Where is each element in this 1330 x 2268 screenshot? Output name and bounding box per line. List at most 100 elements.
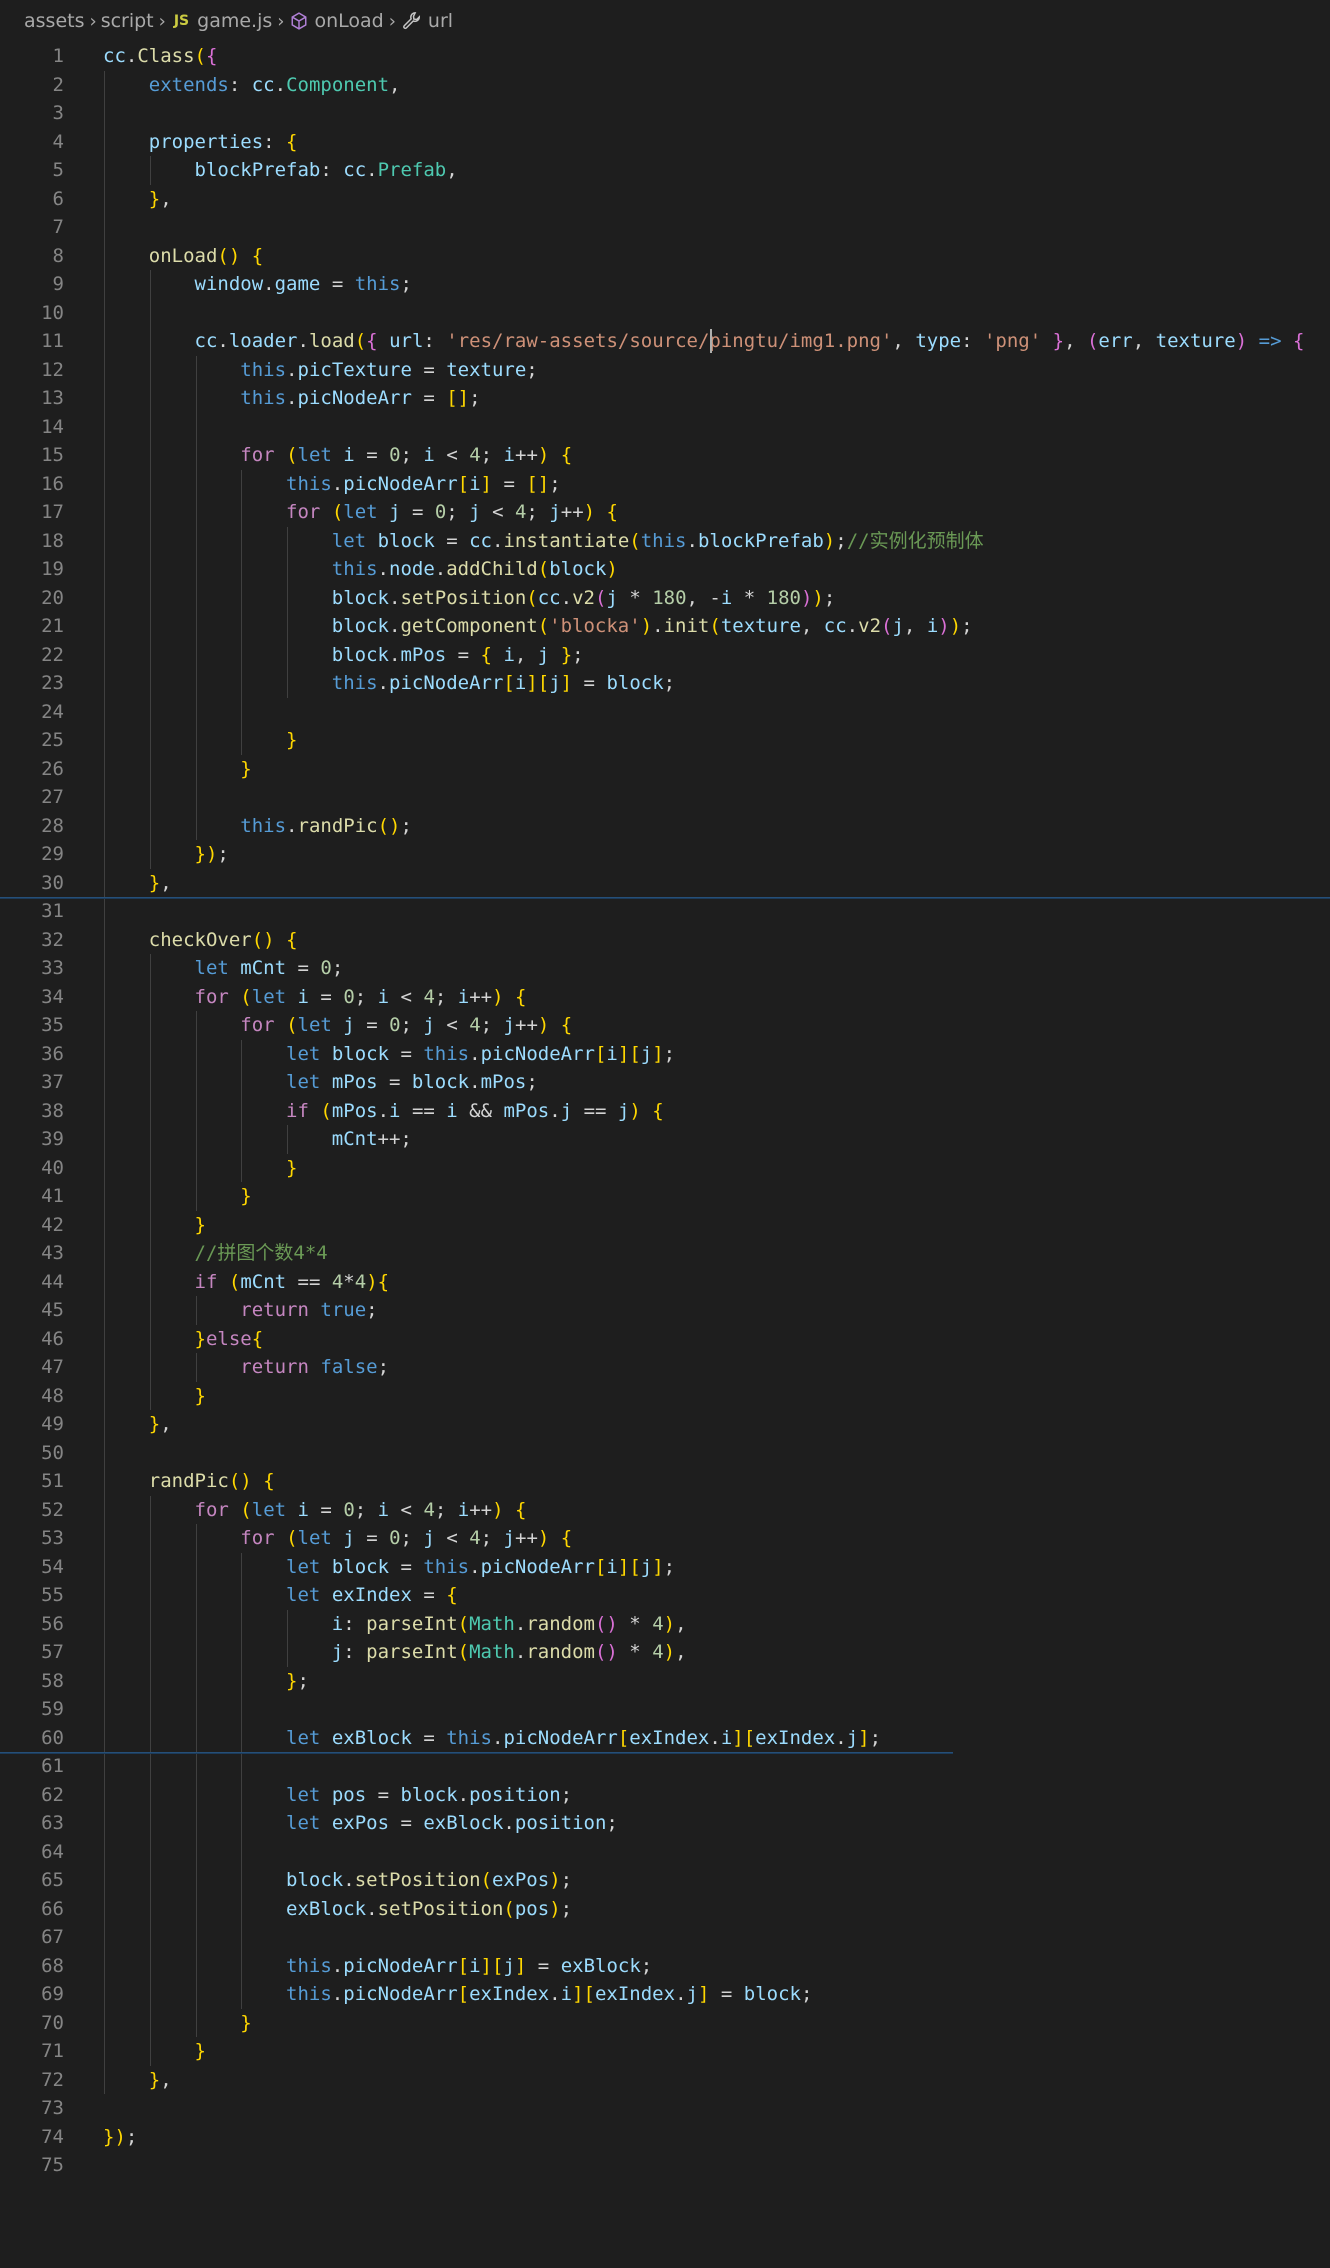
breadcrumb-item-assets[interactable]: assets bbox=[24, 10, 84, 32]
code-editor[interactable]: 1 cc.Class({2 extends: cc.Component, 3 4 pr… bbox=[0, 42, 1330, 2180]
code-line[interactable]: 72 }, bbox=[0, 2065, 1330, 2094]
code-line[interactable]: 67 bbox=[0, 1923, 1330, 1952]
breadcrumb-item-url[interactable]: url bbox=[428, 10, 453, 32]
code-line[interactable]: 24 bbox=[0, 697, 1330, 726]
indent-guide bbox=[241, 697, 243, 726]
code-line[interactable]: 4 properties: { bbox=[0, 127, 1330, 156]
code-line[interactable]: 39 mCnt++; bbox=[0, 1125, 1330, 1154]
code-line[interactable]: 7 bbox=[0, 213, 1330, 242]
code-line[interactable]: 75 bbox=[0, 2151, 1330, 2180]
code-line[interactable]: 29 }); bbox=[0, 840, 1330, 869]
breadcrumb-item-script[interactable]: script bbox=[101, 10, 154, 32]
code-line[interactable]: 36 let block = this.picNodeArr[i][j]; bbox=[0, 1039, 1330, 1068]
code-line[interactable]: 46 }else{ bbox=[0, 1324, 1330, 1353]
code-line[interactable]: 58 }; bbox=[0, 1666, 1330, 1695]
code-line[interactable]: 57 j: parseInt(Math.random() * 4), bbox=[0, 1638, 1330, 1667]
code-line[interactable]: 3 bbox=[0, 99, 1330, 128]
code-line[interactable]: 66 exBlock.setPosition(pos); bbox=[0, 1894, 1330, 1923]
code-line[interactable]: 53 for (let j = 0; j < 4; j++) { bbox=[0, 1524, 1330, 1553]
javascript-file-icon: JS bbox=[173, 13, 190, 29]
code-line[interactable]: 64 bbox=[0, 1837, 1330, 1866]
code-line[interactable]: 59 bbox=[0, 1695, 1330, 1724]
code-line[interactable]: 13 this.picNodeArr = []; bbox=[0, 384, 1330, 413]
code-line[interactable]: 69 this.picNodeArr[exIndex.i][exIndex.j]… bbox=[0, 1980, 1330, 2009]
code-line[interactable]: 2 extends: cc.Component, bbox=[0, 70, 1330, 99]
code-text: this.picNodeArr = []; bbox=[240, 387, 481, 409]
code-line[interactable]: 51 randPic() { bbox=[0, 1467, 1330, 1496]
code-text: }); bbox=[194, 843, 229, 865]
code-line[interactable]: 10 bbox=[0, 298, 1330, 327]
code-line[interactable]: 22 block.mPos = { i, j }; bbox=[0, 640, 1330, 669]
code-line[interactable]: 74}); bbox=[0, 2123, 1330, 2152]
line-number: 39 bbox=[41, 1128, 64, 1150]
code-line[interactable]: 49 }, bbox=[0, 1410, 1330, 1439]
code-line[interactable]: 38 if (mPos.i == i && mPos.j == j) { bbox=[0, 1096, 1330, 1125]
code-line[interactable]: 11 cc.loader.load({ url: 'res/raw-assets… bbox=[0, 327, 1330, 356]
code-line[interactable]: 55 let exIndex = { bbox=[0, 1581, 1330, 1610]
chevron-right-icon: › bbox=[388, 10, 396, 32]
code-line[interactable]: 30 }, bbox=[0, 868, 1330, 897]
breadcrumb-item-onload[interactable]: onLoad bbox=[314, 10, 383, 32]
code-line[interactable]: 47 return false; bbox=[0, 1353, 1330, 1382]
code-line[interactable]: 52 for (let i = 0; i < 4; i++) { bbox=[0, 1495, 1330, 1524]
code-line[interactable]: 19 this.node.addChild(block) bbox=[0, 555, 1330, 584]
code-text: let mPos = block.mPos; bbox=[286, 1071, 538, 1093]
code-line[interactable]: 26 } bbox=[0, 754, 1330, 783]
code-line[interactable]: 44 if (mCnt == 4*4){ bbox=[0, 1267, 1330, 1296]
code-line[interactable]: 70 } bbox=[0, 2008, 1330, 2037]
code-line[interactable]: 27 bbox=[0, 783, 1330, 812]
code-line[interactable]: 5 blockPrefab: cc.Prefab, bbox=[0, 156, 1330, 185]
code-line[interactable]: 43 //拼图个数4*4 bbox=[0, 1239, 1330, 1268]
code-line[interactable]: 40 } bbox=[0, 1153, 1330, 1182]
code-line[interactable]: 8 onLoad() { bbox=[0, 241, 1330, 270]
line-number: 13 bbox=[41, 387, 64, 409]
code-line[interactable]: 23 this.picNodeArr[i][j] = block; bbox=[0, 669, 1330, 698]
line-number: 12 bbox=[41, 358, 64, 381]
code-line[interactable]: 56 i: parseInt(Math.random() * 4), bbox=[0, 1609, 1330, 1638]
code-line[interactable]: 73 bbox=[0, 2094, 1330, 2123]
text-cursor bbox=[709, 329, 712, 353]
line-number: 9 bbox=[52, 273, 64, 295]
code-line[interactable]: 41 } bbox=[0, 1182, 1330, 1211]
indent-guide bbox=[149, 697, 151, 726]
code-line[interactable]: 60 let exBlock = this.picNodeArr[exIndex… bbox=[0, 1723, 1330, 1752]
code-line[interactable]: 62 let pos = block.position; bbox=[0, 1780, 1330, 1809]
chevron-right-icon: › bbox=[89, 10, 97, 32]
code-line[interactable]: 50 bbox=[0, 1438, 1330, 1467]
code-line[interactable]: 42 } bbox=[0, 1210, 1330, 1239]
code-line[interactable]: 63 let exPos = exBlock.position; bbox=[0, 1809, 1330, 1838]
code-line[interactable]: 17 for (let j = 0; j < 4; j++) { bbox=[0, 498, 1330, 527]
code-line[interactable]: 16 this.picNodeArr[i] = []; bbox=[0, 469, 1330, 498]
code-line[interactable]: 9 window.game = this; bbox=[0, 270, 1330, 299]
code-line[interactable]: 15 for (let i = 0; i < 4; i++) { bbox=[0, 441, 1330, 470]
code-line[interactable]: 32 checkOver() { bbox=[0, 925, 1330, 954]
code-line[interactable]: 6 }, bbox=[0, 184, 1330, 213]
line-number: 11 bbox=[41, 330, 64, 352]
code-line[interactable]: 14 bbox=[0, 412, 1330, 441]
code-line[interactable]: 12 this.picTexture = texture; bbox=[0, 355, 1330, 384]
code-line[interactable]: 37 let mPos = block.mPos; bbox=[0, 1068, 1330, 1097]
code-line[interactable]: 35 for (let j = 0; j < 4; j++) { bbox=[0, 1011, 1330, 1040]
code-line[interactable]: 31 bbox=[0, 897, 1330, 926]
code-text: checkOver() { bbox=[148, 928, 298, 951]
code-line[interactable]: 1 cc.Class({ bbox=[0, 42, 1330, 71]
code-line[interactable]: 20 block.setPosition(cc.v2(j * 180, -i *… bbox=[0, 583, 1330, 612]
code-line[interactable]: 45 return true; bbox=[0, 1296, 1330, 1325]
line-number: 7 bbox=[52, 216, 64, 238]
code-line[interactable]: 18 let block = cc.instantiate(this.block… bbox=[0, 526, 1330, 555]
code-text: } bbox=[286, 729, 298, 751]
code-line[interactable]: 68 this.picNodeArr[i][j] = exBlock; bbox=[0, 1951, 1330, 1980]
code-line[interactable]: 28 this.randPic(); bbox=[0, 811, 1330, 840]
code-line[interactable]: 25 } bbox=[0, 726, 1330, 755]
code-line[interactable]: 65 block.setPosition(exPos); bbox=[0, 1866, 1330, 1895]
line-number: 36 bbox=[41, 1042, 64, 1065]
code-line[interactable]: 48 } bbox=[0, 1381, 1330, 1410]
breadcrumb-item-file[interactable]: game.js bbox=[197, 10, 272, 32]
indent-guide bbox=[104, 1438, 105, 1467]
code-line[interactable]: 33 let mCnt = 0; bbox=[0, 954, 1330, 983]
code-line[interactable]: 21 block.getComponent('blocka').init(tex… bbox=[0, 612, 1330, 641]
code-line[interactable]: 61 bbox=[0, 1752, 1330, 1781]
code-line[interactable]: 71 } bbox=[0, 2037, 1330, 2066]
code-line[interactable]: 54 let block = this.picNodeArr[i][j]; bbox=[0, 1552, 1330, 1581]
code-line[interactable]: 34 for (let i = 0; i < 4; i++) { bbox=[0, 982, 1330, 1011]
